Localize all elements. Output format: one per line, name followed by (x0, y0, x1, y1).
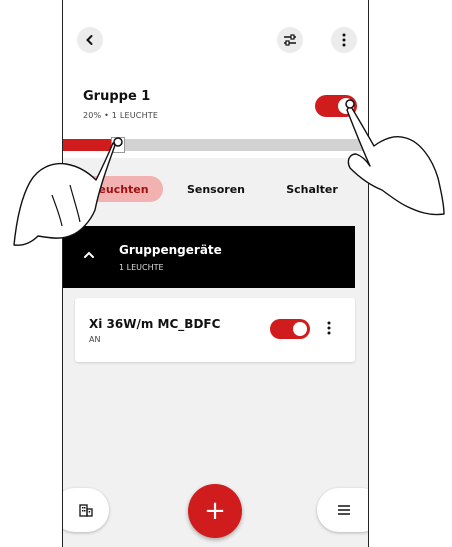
phone-screen: Gruppe 1 20% • 1 LEUCHTE Leuchten Sensor… (62, 0, 369, 547)
group-title: Gruppe 1 (83, 89, 151, 104)
tab-schalter[interactable]: Schalter (277, 176, 347, 202)
brightness-slider-thumb[interactable] (111, 137, 125, 153)
toggle-knob (293, 322, 307, 336)
group-power-toggle[interactable] (315, 95, 357, 117)
more-vertical-icon (342, 33, 346, 47)
device-power-toggle[interactable] (270, 319, 310, 339)
device-status: AN (89, 335, 101, 344)
filter-button[interactable] (277, 27, 303, 53)
building-button[interactable] (63, 488, 109, 532)
more-vertical-icon[interactable] (327, 321, 331, 335)
main-menu-button[interactable] (317, 488, 368, 532)
more-options-button[interactable] (331, 27, 357, 53)
brightness-slider-fill (63, 139, 118, 151)
back-button[interactable] (77, 27, 103, 53)
tab-bar: Leuchten Sensoren Schalter (63, 176, 368, 204)
sliders-icon (284, 34, 296, 46)
tab-sensoren[interactable]: Sensoren (181, 176, 251, 202)
section-subtitle: 1 LEUCHTE (119, 263, 164, 272)
building-icon (79, 504, 93, 517)
hamburger-menu-icon (338, 505, 350, 515)
chevron-left-icon (86, 35, 93, 45)
chevron-up-icon (84, 251, 94, 258)
group-devices-section[interactable]: Gruppengeräte 1 LEUCHTE (63, 226, 355, 288)
toggle-knob (338, 98, 354, 114)
device-name: Xi 36W/m MC_BDFC (89, 317, 221, 331)
device-card[interactable]: Xi 36W/m MC_BDFC AN (75, 298, 355, 362)
section-title: Gruppengeräte (119, 243, 222, 257)
brightness-slider[interactable] (63, 137, 368, 153)
plus-icon: + (204, 496, 226, 526)
header: Gruppe 1 20% • 1 LEUCHTE (63, 0, 368, 158)
tab-leuchten[interactable]: Leuchten (77, 176, 163, 202)
group-subtitle: 20% • 1 LEUCHTE (83, 111, 159, 120)
add-button[interactable]: + (188, 484, 242, 538)
